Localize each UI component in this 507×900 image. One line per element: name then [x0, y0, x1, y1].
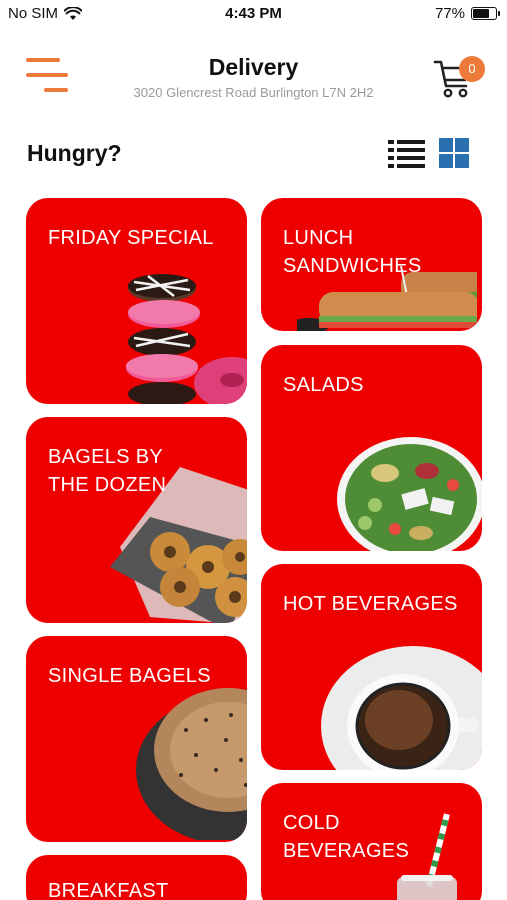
- grid-view-button[interactable]: [437, 136, 475, 170]
- status-bar: No SIM 4:43 PM 77%: [0, 0, 507, 30]
- category-card-lunch-sandwiches[interactable]: LUNCH SANDWICHES: [261, 198, 482, 331]
- battery-percent: 77%: [434, 5, 465, 22]
- cart-button[interactable]: 0: [433, 56, 489, 100]
- category-card-hot-beverages[interactable]: HOT BEVERAGES: [261, 564, 482, 770]
- category-label: COLD BEVERAGES: [283, 812, 410, 862]
- category-label: BAGELS BY THE DOZEN: [48, 446, 167, 496]
- battery-icon: [471, 7, 500, 20]
- grid-view-icon: [439, 138, 469, 168]
- category-card-friday-special[interactable]: FRIDAY SPECIAL: [26, 198, 247, 404]
- category-label: HOT BEVERAGES: [283, 593, 458, 615]
- category-label: FRIDAY SPECIAL: [48, 227, 214, 249]
- category-card-single-bagels[interactable]: SINGLE BAGELS: [26, 636, 247, 842]
- status-right: 77%: [434, 5, 500, 22]
- battery-level: [473, 9, 490, 18]
- list-view-icon: [388, 140, 425, 168]
- donut-stack-image: [126, 274, 247, 404]
- category-card-bagels-by-the-dozen[interactable]: BAGELS BY THE DOZEN: [26, 417, 247, 623]
- coffee-cup-image: [321, 646, 482, 770]
- category-label: BREAKFAST: [48, 880, 169, 900]
- list-view-button[interactable]: [388, 136, 426, 170]
- cart-count-badge: 0: [459, 56, 485, 82]
- status-time: 4:43 PM: [225, 5, 282, 22]
- category-label: SINGLE BAGELS: [48, 665, 211, 687]
- delivery-address[interactable]: 3020 Glencrest Road Burlington L7N 2H2: [0, 85, 507, 100]
- category-card-breakfast[interactable]: BREAKFAST: [26, 855, 247, 900]
- salad-bowl-image: [337, 437, 482, 551]
- category-card-salads[interactable]: SALADS: [261, 345, 482, 551]
- category-label: LUNCH SANDWICHES: [283, 227, 422, 277]
- app-header: Delivery 3020 Glencrest Road Burlington …: [0, 40, 507, 110]
- category-label: SALADS: [283, 374, 364, 396]
- section-title: Hungry?: [27, 140, 122, 166]
- category-card-cold-beverages[interactable]: COLD BEVERAGES: [261, 783, 482, 900]
- page-title: Delivery: [208, 54, 299, 80]
